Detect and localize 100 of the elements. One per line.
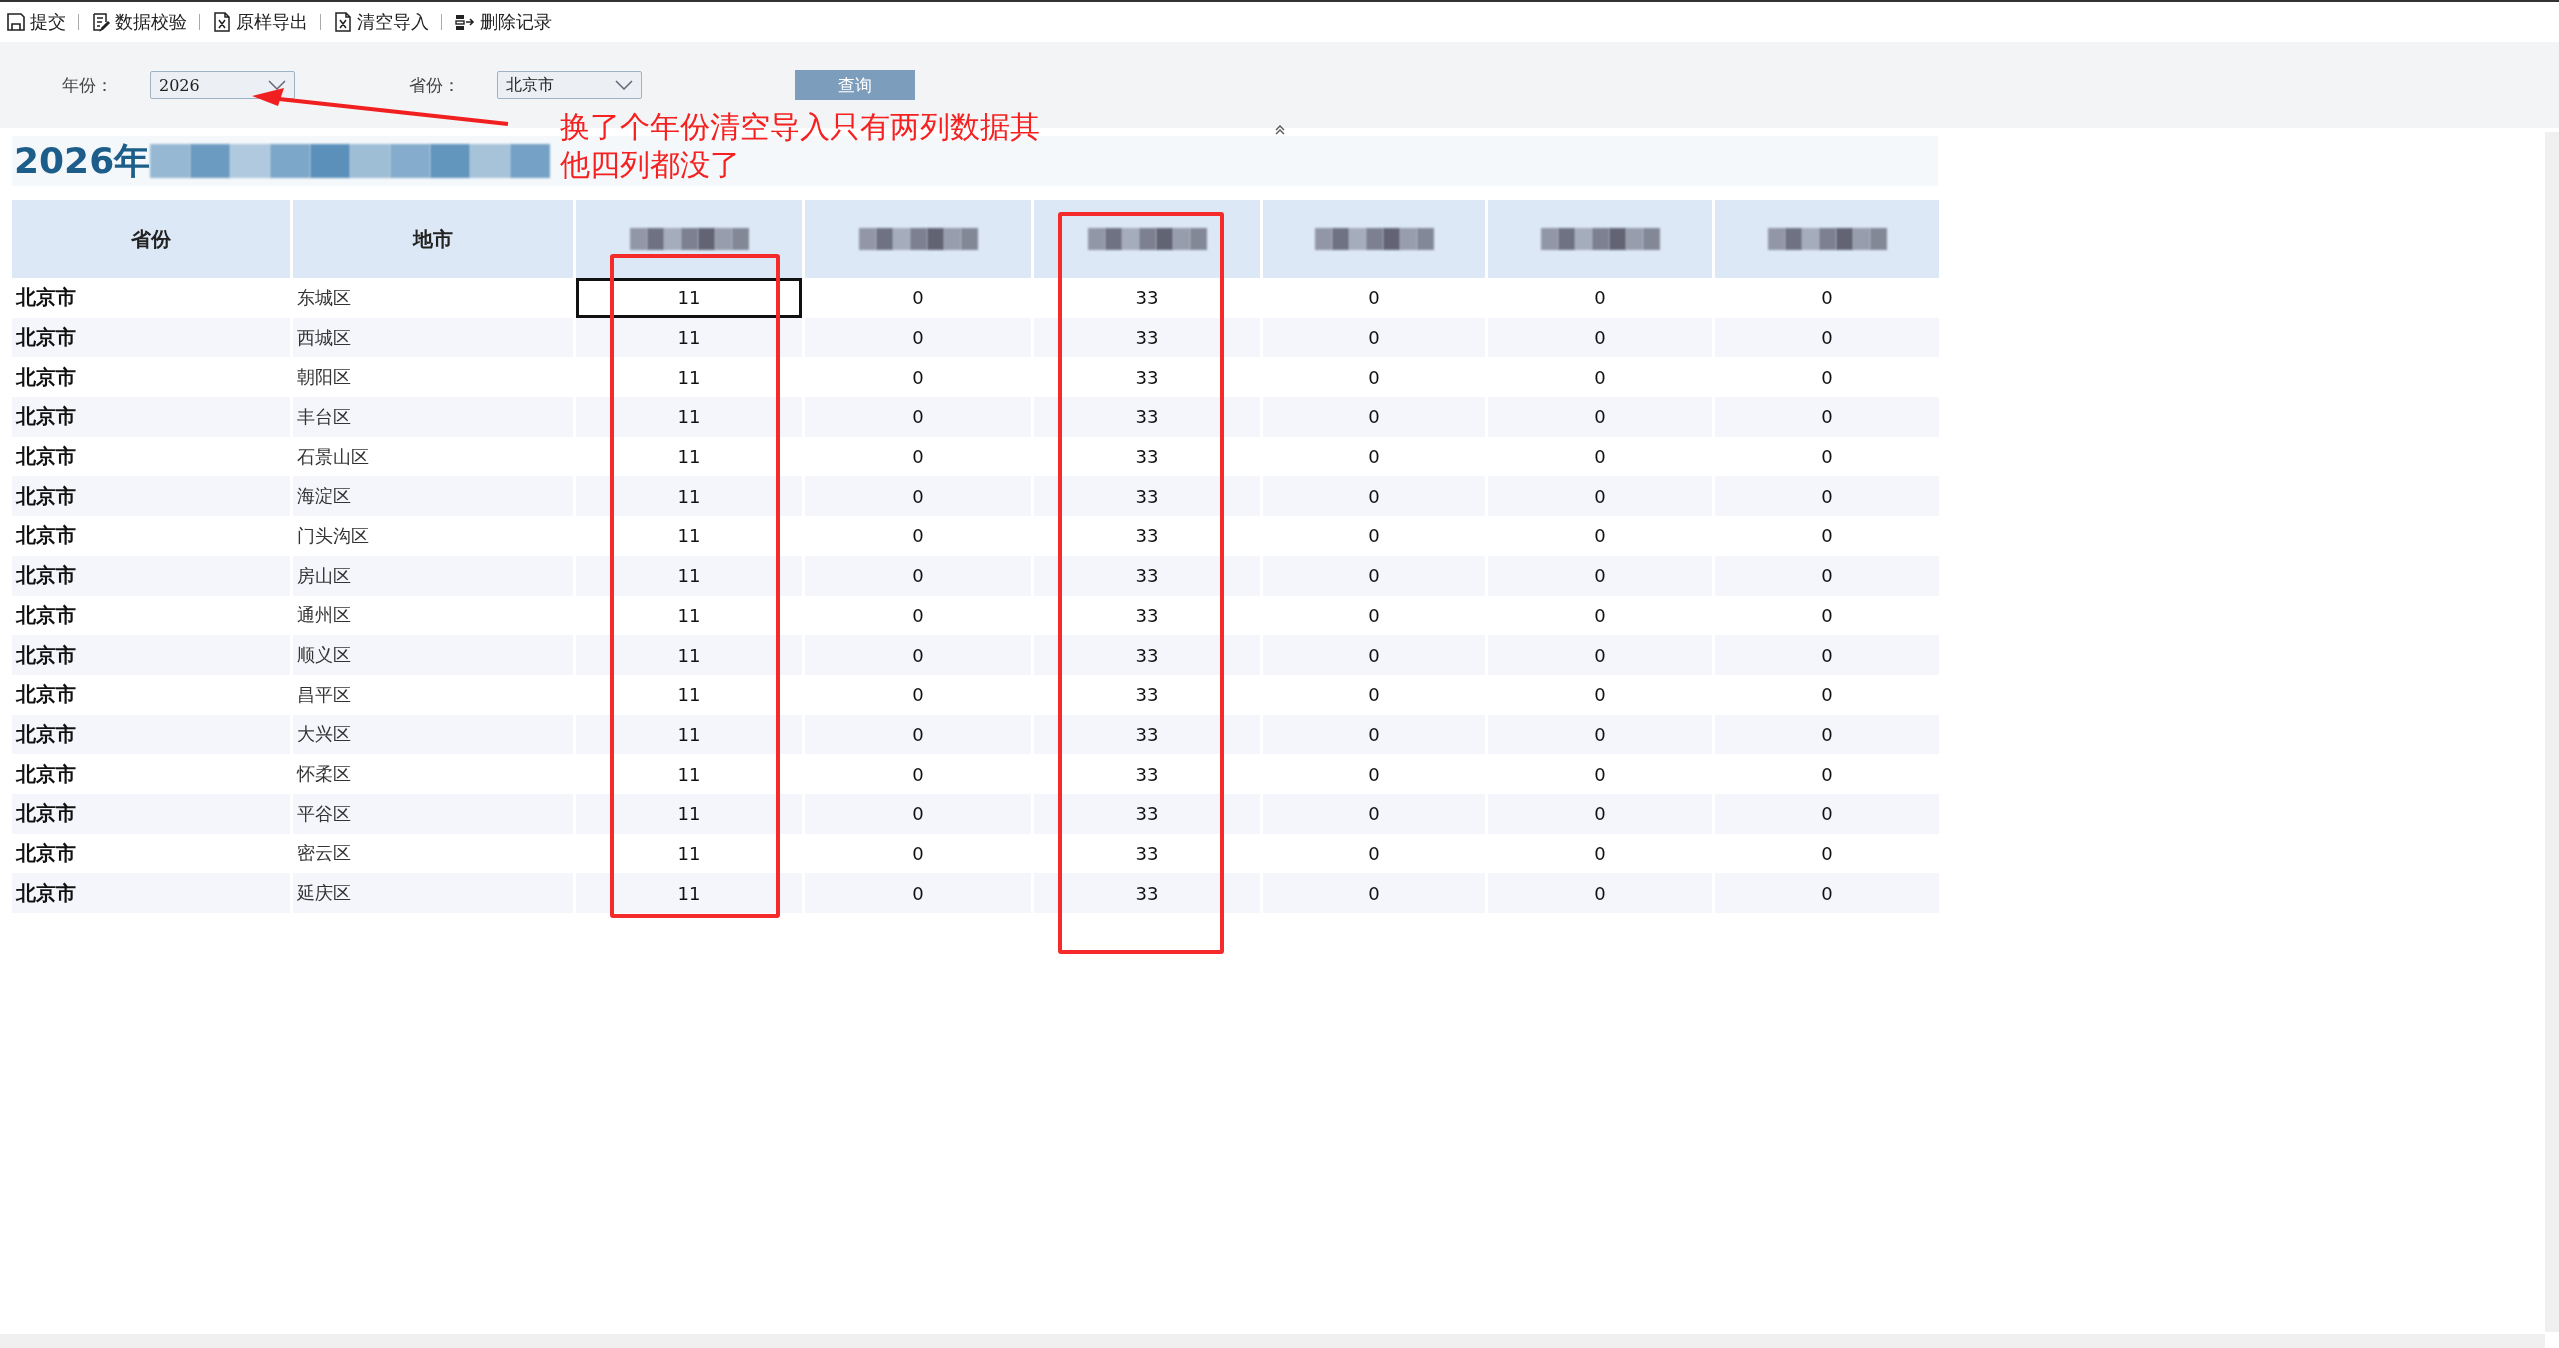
table-cell[interactable]: 11 [576, 317, 802, 358]
toolbar-button[interactable]: 提交 [4, 10, 68, 34]
table-cell[interactable]: 0 [1488, 278, 1712, 318]
table-cell[interactable]: 0 [1715, 436, 1939, 477]
table-cell[interactable]: 0 [1488, 635, 1712, 675]
table-cell[interactable]: 0 [1715, 476, 1939, 517]
table-cell[interactable]: 0 [1488, 476, 1712, 517]
table-cell[interactable]: 0 [1715, 595, 1939, 636]
table-cell[interactable]: 0 [805, 476, 1031, 517]
table-cell[interactable]: 0 [805, 595, 1031, 636]
table-cell[interactable]: 11 [576, 595, 802, 636]
table-cell[interactable]: 0 [1263, 317, 1485, 358]
table-cell[interactable]: 0 [1715, 793, 1939, 834]
table-cell[interactable]: 0 [1488, 754, 1712, 794]
table-cell[interactable]: 0 [1263, 793, 1485, 834]
table-cell[interactable]: 0 [1263, 595, 1485, 636]
table-cell[interactable]: 11 [576, 516, 802, 556]
table-cell[interactable]: 11 [576, 397, 802, 437]
dropdown-field[interactable]: 北京市 [497, 71, 642, 99]
table-cell[interactable]: 0 [1715, 278, 1939, 318]
table-cell[interactable]: 0 [1488, 357, 1712, 398]
table-cell[interactable]: 0 [805, 793, 1031, 834]
table-cell[interactable]: 0 [805, 873, 1031, 913]
table-cell[interactable]: 0 [1263, 754, 1485, 794]
table-cell[interactable]: 0 [805, 635, 1031, 675]
table-cell[interactable]: 0 [805, 397, 1031, 437]
table-cell[interactable]: 0 [1715, 555, 1939, 596]
table-cell[interactable]: 0 [1715, 635, 1939, 675]
table-cell[interactable]: 33 [1034, 397, 1260, 437]
table-cell[interactable]: 33 [1034, 436, 1260, 477]
table-cell[interactable]: 0 [805, 714, 1031, 755]
table-cell[interactable]: 0 [1715, 674, 1939, 715]
table-cell[interactable]: 33 [1034, 595, 1260, 636]
table-cell[interactable]: 33 [1034, 833, 1260, 874]
table-cell[interactable]: 0 [805, 555, 1031, 596]
table-cell[interactable]: 0 [805, 436, 1031, 477]
table-cell[interactable]: 0 [1263, 873, 1485, 913]
table-cell[interactable]: 33 [1034, 674, 1260, 715]
table-cell[interactable]: 0 [1263, 397, 1485, 437]
table-cell[interactable]: 0 [1263, 476, 1485, 517]
table-cell[interactable]: 33 [1034, 476, 1260, 517]
table-cell[interactable]: 33 [1034, 635, 1260, 675]
table-cell[interactable]: 11 [576, 674, 802, 715]
table-cell[interactable]: 11 [576, 754, 802, 794]
table-cell[interactable]: 0 [1488, 793, 1712, 834]
table-cell[interactable]: 0 [1263, 436, 1485, 477]
table-cell[interactable]: 33 [1034, 317, 1260, 358]
dropdown-field[interactable]: 2026 [150, 71, 295, 99]
table-cell[interactable]: 0 [1263, 714, 1485, 755]
table-cell[interactable]: 11 [576, 793, 802, 834]
table-cell[interactable]: 0 [805, 317, 1031, 358]
collapse-icon[interactable] [1274, 124, 1286, 136]
table-cell[interactable]: 0 [1263, 635, 1485, 675]
table-cell[interactable]: 0 [1488, 317, 1712, 358]
table-cell[interactable]: 0 [805, 357, 1031, 398]
table-cell[interactable]: 0 [805, 754, 1031, 794]
table-cell[interactable]: 33 [1034, 278, 1260, 318]
toolbar-button[interactable]: 删除记录 [452, 10, 554, 34]
table-cell[interactable]: 0 [1488, 595, 1712, 636]
table-cell[interactable]: 33 [1034, 754, 1260, 794]
table-cell[interactable]: 0 [1263, 833, 1485, 874]
table-cell[interactable]: 0 [1263, 516, 1485, 556]
toolbar-button[interactable]: 原样导出 [210, 10, 310, 34]
table-cell[interactable]: 0 [1715, 873, 1939, 913]
table-cell[interactable]: 0 [1488, 516, 1712, 556]
table-cell[interactable]: 33 [1034, 793, 1260, 834]
table-cell[interactable]: 0 [1263, 357, 1485, 398]
table-cell[interactable]: 0 [1488, 397, 1712, 437]
table-cell[interactable]: 0 [1488, 833, 1712, 874]
table-cell[interactable]: 11 [576, 635, 802, 675]
table-cell[interactable]: 11 [576, 833, 802, 874]
table-cell[interactable]: 11 [576, 357, 802, 398]
table-cell[interactable]: 0 [1488, 873, 1712, 913]
table-cell[interactable]: 0 [1715, 754, 1939, 794]
table-cell[interactable]: 0 [805, 674, 1031, 715]
table-cell[interactable]: 0 [1488, 674, 1712, 715]
table-cell[interactable]: 0 [1715, 317, 1939, 358]
table-cell[interactable]: 33 [1034, 714, 1260, 755]
table-cell[interactable]: 11 [576, 555, 802, 596]
table-cell[interactable]: 33 [1034, 357, 1260, 398]
table-cell[interactable]: 0 [1715, 714, 1939, 755]
table-cell[interactable]: 0 [805, 833, 1031, 874]
table-cell[interactable]: 11 [576, 278, 802, 318]
table-cell[interactable]: 11 [576, 714, 802, 755]
table-cell[interactable]: 0 [805, 278, 1031, 318]
table-cell[interactable]: 0 [1263, 555, 1485, 596]
table-cell[interactable]: 0 [1488, 714, 1712, 755]
toolbar-button[interactable]: 清空导入 [331, 10, 431, 34]
table-cell[interactable]: 0 [1715, 397, 1939, 437]
table-cell[interactable]: 0 [1715, 833, 1939, 874]
table-cell[interactable]: 0 [1488, 555, 1712, 596]
table-cell[interactable]: 0 [805, 516, 1031, 556]
table-cell[interactable]: 0 [1263, 674, 1485, 715]
table-cell[interactable]: 11 [576, 476, 802, 517]
table-cell[interactable]: 11 [576, 436, 802, 477]
table-cell[interactable]: 0 [1488, 436, 1712, 477]
table-cell[interactable]: 33 [1034, 555, 1260, 596]
table-cell[interactable]: 0 [1263, 278, 1485, 318]
table-cell[interactable]: 33 [1034, 873, 1260, 913]
table-cell[interactable]: 33 [1034, 516, 1260, 556]
